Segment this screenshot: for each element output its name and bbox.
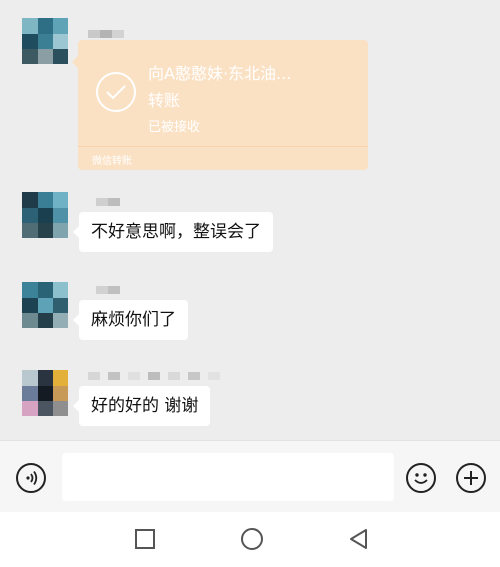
- sender-nickname: [96, 198, 120, 206]
- system-navigation-bar: [0, 512, 500, 567]
- sender-avatar[interactable]: [22, 192, 68, 238]
- sender-nickname: [88, 30, 124, 38]
- transfer-card[interactable]: 向A憨憨妹·东北油... 转账 已被接收 微信转账: [72, 40, 368, 170]
- chat-message-list[interactable]: 向A憨憨妹·东北油... 转账 已被接收 微信转账 不好意思啊，整误会了 麻烦你…: [0, 0, 500, 440]
- recent-apps-icon[interactable]: [133, 527, 157, 551]
- home-icon[interactable]: [240, 527, 264, 551]
- transfer-footer: 微信转账: [92, 156, 132, 167]
- emoji-icon[interactable]: [406, 463, 436, 493]
- sender-avatar[interactable]: [22, 282, 68, 328]
- sender-avatar[interactable]: [22, 370, 68, 416]
- message-bubble[interactable]: 麻烦你们了: [73, 300, 188, 340]
- voice-icon[interactable]: [16, 463, 46, 493]
- check-circle-icon: [96, 72, 136, 112]
- back-icon[interactable]: [347, 527, 371, 551]
- plus-icon[interactable]: [456, 463, 486, 493]
- message-bubble[interactable]: 不好意思啊，整误会了: [73, 212, 273, 252]
- sender-nickname: [88, 372, 220, 380]
- message-composer: [0, 440, 500, 513]
- transfer-divider: [78, 146, 368, 147]
- sender-nickname: [96, 286, 120, 294]
- message-bubble[interactable]: 好的好的 谢谢: [72, 386, 211, 426]
- sender-avatar[interactable]: [22, 18, 68, 64]
- transfer-type: 转账: [148, 91, 181, 110]
- message-input[interactable]: [62, 453, 394, 501]
- transfer-recipient: 向A憨憨妹·东北油...: [148, 64, 292, 83]
- transfer-status: 已被接收: [148, 120, 201, 135]
